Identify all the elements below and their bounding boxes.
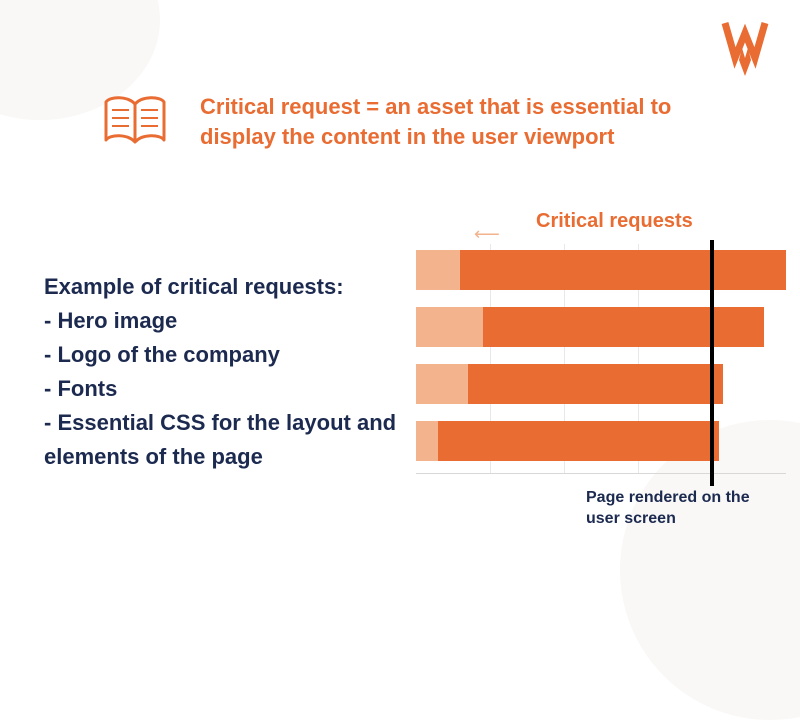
examples-block: Example of critical requests: - Hero ima…	[44, 270, 404, 475]
chart-title: Critical requests	[536, 210, 693, 233]
chart-plot	[416, 244, 786, 474]
brand-logo-icon	[720, 18, 770, 78]
arrow-left-icon: ⟵	[474, 224, 500, 245]
chart-bar	[416, 364, 723, 404]
definition-text: Critical request = an asset that is esse…	[200, 92, 720, 151]
page-rendered-line	[710, 240, 714, 486]
chart-caption: Page rendered on the user screen	[586, 488, 766, 530]
examples-item: - Fonts	[44, 372, 404, 406]
examples-list: - Hero image- Logo of the company- Fonts…	[44, 304, 404, 474]
examples-item: - Essential CSS for the layout and eleme…	[44, 406, 404, 474]
critical-requests-chart: ⟵ Critical requests Page rendered on the…	[416, 210, 786, 530]
definition-block: Critical request = an asset that is esse…	[100, 92, 720, 152]
book-icon	[100, 92, 170, 152]
examples-item: - Hero image	[44, 304, 404, 338]
examples-item: - Logo of the company	[44, 338, 404, 372]
examples-heading: Example of critical requests:	[44, 270, 404, 304]
chart-bar	[416, 421, 719, 461]
chart-bar	[416, 250, 786, 290]
